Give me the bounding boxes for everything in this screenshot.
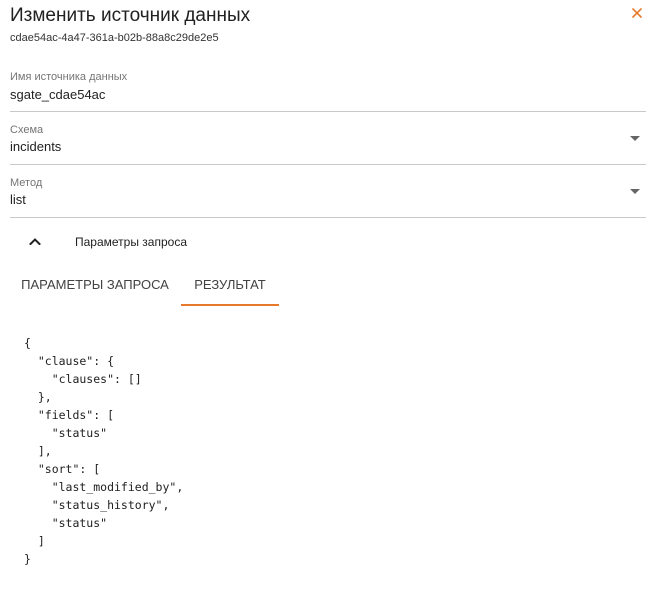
tab-request-params[interactable]: ПАРАМЕТРЫ ЗАПРОСА: [10, 268, 180, 306]
dropdown-arrow-icon[interactable]: [630, 136, 640, 142]
datasource-name-label: Имя источника данных: [10, 71, 128, 83]
result-json-output: { "clause": { "clauses": [] }, "fields":…: [24, 336, 184, 566]
method-select[interactable]: Метод list: [10, 174, 646, 218]
close-icon: [632, 8, 642, 18]
method-label: Метод: [10, 177, 43, 189]
method-value: list: [10, 192, 26, 207]
dialog-title: Изменить источник данных: [10, 5, 251, 26]
request-params-panel-title: Параметры запроса: [75, 235, 187, 249]
request-params-panel-header[interactable]: Параметры запроса: [10, 228, 646, 258]
tab-result[interactable]: РЕЗУЛЬТАТ: [181, 268, 279, 306]
datasource-name-input[interactable]: sgate_cdae54ac: [10, 87, 105, 103]
datasource-id: cdae54ac-4a47-361a-b02b-88a8c29de2e5: [10, 32, 219, 44]
active-tab-indicator: [181, 304, 279, 306]
close-button[interactable]: [628, 4, 646, 22]
schema-select[interactable]: Схема incidents: [10, 121, 646, 165]
schema-value: incidents: [10, 139, 62, 154]
dropdown-arrow-icon[interactable]: [630, 189, 640, 195]
tab-bar: ПАРАМЕТРЫ ЗАПРОСА РЕЗУЛЬТАТ: [10, 268, 646, 308]
datasource-name-field[interactable]: Имя источника данных sgate_cdae54ac: [10, 68, 646, 112]
schema-label: Схема: [10, 124, 44, 136]
edit-datasource-dialog: Изменить источник данных cdae54ac-4a47-3…: [0, 0, 661, 606]
chevron-up-icon: [29, 238, 41, 245]
